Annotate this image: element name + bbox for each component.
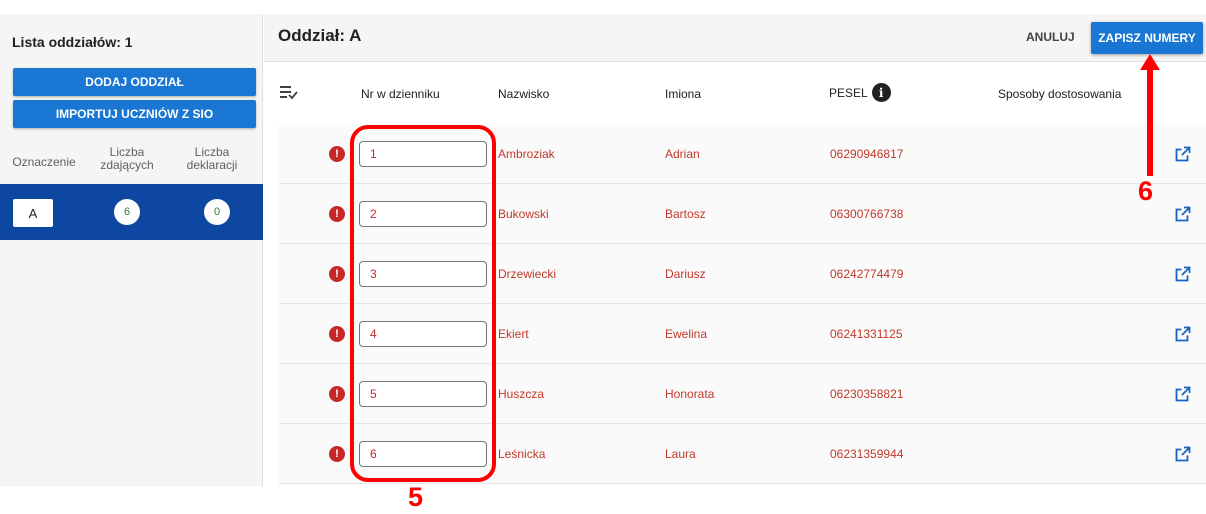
class-label: A (13, 199, 53, 227)
info-icon[interactable]: i (871, 83, 891, 102)
annotation-arrow-up-icon (1140, 54, 1160, 176)
error-icon: ! (329, 446, 345, 462)
pesel-cell: 06290946817 (830, 147, 904, 161)
annotation-step-5: 5 (408, 482, 424, 512)
firstname-cell: Bartosz (665, 207, 706, 221)
error-icon: ! (329, 266, 345, 282)
class-list-panel: Lista oddziałów: 1 DODAJ ODDZIAŁ IMPORTU… (0, 14, 263, 486)
firstname-cell: Adrian (665, 147, 700, 161)
class-list-title: Lista oddziałów: 1 (12, 34, 133, 50)
annotation-highlight-box (350, 125, 496, 482)
class-header: Oddział: A ANULUJ ZAPISZ NUMERY (264, 14, 1206, 62)
app-frame: Lista oddziałów: 1 DODAJ ODDZIAŁ IMPORTU… (0, 0, 1206, 514)
error-icon: ! (329, 206, 345, 222)
list-check-icon[interactable] (280, 84, 300, 100)
column-header-pesel-text: PESEL (829, 85, 868, 100)
annotation-step-6: 6 (1138, 176, 1154, 206)
error-icon: ! (329, 146, 345, 162)
firstname-cell: Honorata (665, 387, 715, 401)
surname-cell: Ambroziak (498, 147, 555, 161)
add-class-button[interactable]: DODAJ ODDZIAŁ (13, 68, 256, 96)
surname-cell: Drzewiecki (498, 267, 557, 281)
column-header-nr: Nr w dzienniku (361, 87, 440, 101)
pesel-cell: 06231359944 (830, 447, 904, 461)
firstname-cell: Dariusz (665, 267, 706, 281)
error-icon: ! (329, 326, 345, 342)
surname-cell: Ekiert (498, 327, 529, 341)
pesel-cell: 06242774479 (830, 267, 904, 281)
pesel-cell: 06300766738 (830, 207, 904, 221)
pesel-cell: 06230358821 (830, 387, 904, 401)
cancel-button[interactable]: ANULUJ (1026, 30, 1075, 44)
deklaracji-count-badge: 0 (204, 199, 230, 225)
class-row-selected[interactable]: A 6 0 (0, 184, 263, 240)
open-in-new-icon[interactable] (1175, 386, 1191, 402)
column-header-zdajacych-text: Liczba zdających (100, 145, 154, 172)
column-header-pesel: PESEL i (829, 83, 891, 102)
import-students-button[interactable]: IMPORTUJ UCZNIÓW Z SIO (13, 100, 256, 128)
surname-cell: Bukowski (498, 207, 549, 221)
pesel-cell: 06241331125 (830, 327, 903, 341)
error-icon: ! (329, 386, 345, 402)
column-header-sposoby: Sposoby dostosowania (998, 87, 1122, 101)
column-header-oznaczenie: Oznaczenie (12, 155, 76, 169)
open-in-new-icon[interactable] (1175, 446, 1191, 462)
surname-cell: Huszcza (498, 387, 545, 401)
open-in-new-icon[interactable] (1175, 326, 1191, 342)
column-header-zdajacych: Liczba zdających (92, 146, 162, 172)
open-in-new-icon[interactable] (1175, 266, 1191, 282)
column-header-nazwisko: Nazwisko (498, 87, 550, 101)
save-numbers-button[interactable]: ZAPISZ NUMERY (1091, 22, 1203, 54)
column-header-imiona: Imiona (665, 87, 702, 101)
column-header-deklaracji: Liczba deklaracji (172, 146, 252, 172)
surname-cell: Leśnicka (498, 447, 546, 461)
page-title: Oddział: A (278, 26, 362, 45)
open-in-new-icon[interactable] (1175, 206, 1191, 222)
table-header: Nr w dzienniku Nazwisko Imiona PESEL i S… (264, 62, 1206, 124)
open-in-new-icon[interactable] (1175, 146, 1191, 162)
column-header-deklaracji-text: Liczba deklaracji (186, 145, 238, 172)
firstname-cell: Ewelina (665, 327, 708, 341)
zdajacych-count-badge: 6 (114, 199, 140, 225)
firstname-cell: Laura (665, 447, 696, 461)
